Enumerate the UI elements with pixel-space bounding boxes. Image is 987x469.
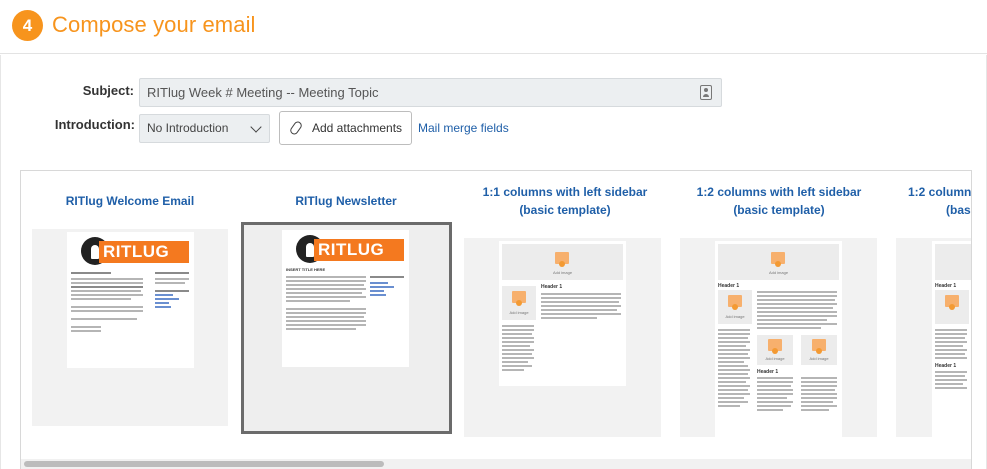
introduction-label: Introduction: (54, 117, 135, 132)
image-placeholder: Add image (502, 286, 536, 320)
column-header: Header 1 (757, 369, 779, 375)
template-subtitle[interactable]: (bas (946, 201, 971, 219)
add-attachments-label: Add attachments (312, 121, 403, 135)
template-title[interactable]: 1:2 column (908, 183, 971, 201)
image-placeholder: Add image (718, 290, 752, 324)
template-gallery[interactable]: RITlug Welcome Email RITLUG RITlug Newsl… (20, 170, 972, 469)
template-thumbnail-1-1-columns[interactable]: Add image Add image Header 1 (464, 238, 661, 437)
subject-input[interactable]: RITlug Week # Meeting -- Meeting Topic (139, 78, 722, 107)
add-attachments-button[interactable]: Add attachments (279, 111, 412, 145)
template-title[interactable]: 1:2 columns with left sidebar (679, 183, 879, 201)
add-image-icon (512, 291, 526, 306)
subject-label: Subject: (82, 83, 134, 98)
add-image-icon (771, 252, 785, 267)
template-thumbnail-newsletter-selected[interactable]: RITLUG INSERT TITLE HERE (241, 222, 452, 434)
horizontal-scrollbar-thumb[interactable] (24, 461, 384, 467)
template-thumbnail-welcome[interactable]: RITLUG (32, 229, 228, 426)
column-header: Header 1 (935, 283, 957, 289)
introduction-select[interactable]: No Introduction (139, 114, 270, 143)
image-placeholder (935, 290, 969, 324)
logo-banner: RITLUG (99, 241, 189, 263)
template-title[interactable]: RITlug Newsletter (245, 192, 447, 210)
add-image-icon (812, 339, 826, 354)
step-title: Compose your email (52, 12, 256, 37)
column-header: Header 1 (935, 363, 957, 369)
paperclip-icon (288, 119, 304, 137)
image-placeholder: Add image (801, 335, 837, 365)
logo-banner: RITLUG (314, 239, 404, 261)
step-header: 4 Compose your email (0, 0, 987, 54)
mail-merge-fields-link[interactable]: Mail merge fields (418, 121, 509, 135)
template-title[interactable]: RITlug Welcome Email (29, 192, 231, 210)
template-preview-sheet: RITLUG INSERT TITLE HERE (282, 230, 409, 367)
image-placeholder (935, 244, 971, 280)
add-image-icon (728, 295, 742, 310)
newsletter-heading: INSERT TITLE HERE (286, 267, 326, 272)
template-subtitle[interactable]: (basic template) (465, 201, 665, 219)
template-title[interactable]: 1:1 columns with left sidebar (465, 183, 665, 201)
contact-card-icon[interactable] (700, 85, 712, 100)
template-preview-sheet: RITLUG (67, 232, 194, 368)
image-placeholder: Add image (757, 335, 793, 365)
chevron-down-icon (250, 121, 262, 133)
add-image-icon (945, 295, 959, 310)
column-header: Header 1 (541, 284, 563, 290)
image-placeholder: Add image (718, 244, 839, 280)
template-subtitle[interactable]: (basic template) (679, 201, 879, 219)
template-preview-sheet: Add image Add image Header 1 (499, 241, 626, 386)
template-thumbnail-1-2-columns[interactable]: Add image Header 1 Add image Add image A… (680, 238, 877, 437)
column-header: Header 1 (718, 283, 740, 289)
add-image-icon (555, 252, 569, 267)
template-preview-sheet: Add image Header 1 Add image Add image A… (715, 241, 842, 437)
subject-value: RITlug Week # Meeting -- Meeting Topic (147, 85, 379, 100)
template-thumbnail-1-2-columns-partial[interactable]: Header 1 Header 1 (896, 238, 971, 437)
image-placeholder: Add image (502, 244, 623, 280)
introduction-selected-value: No Introduction (147, 121, 229, 135)
template-preview-sheet: Header 1 Header 1 (932, 241, 971, 437)
add-image-icon (768, 339, 782, 354)
step-number-badge: 4 (12, 10, 43, 41)
